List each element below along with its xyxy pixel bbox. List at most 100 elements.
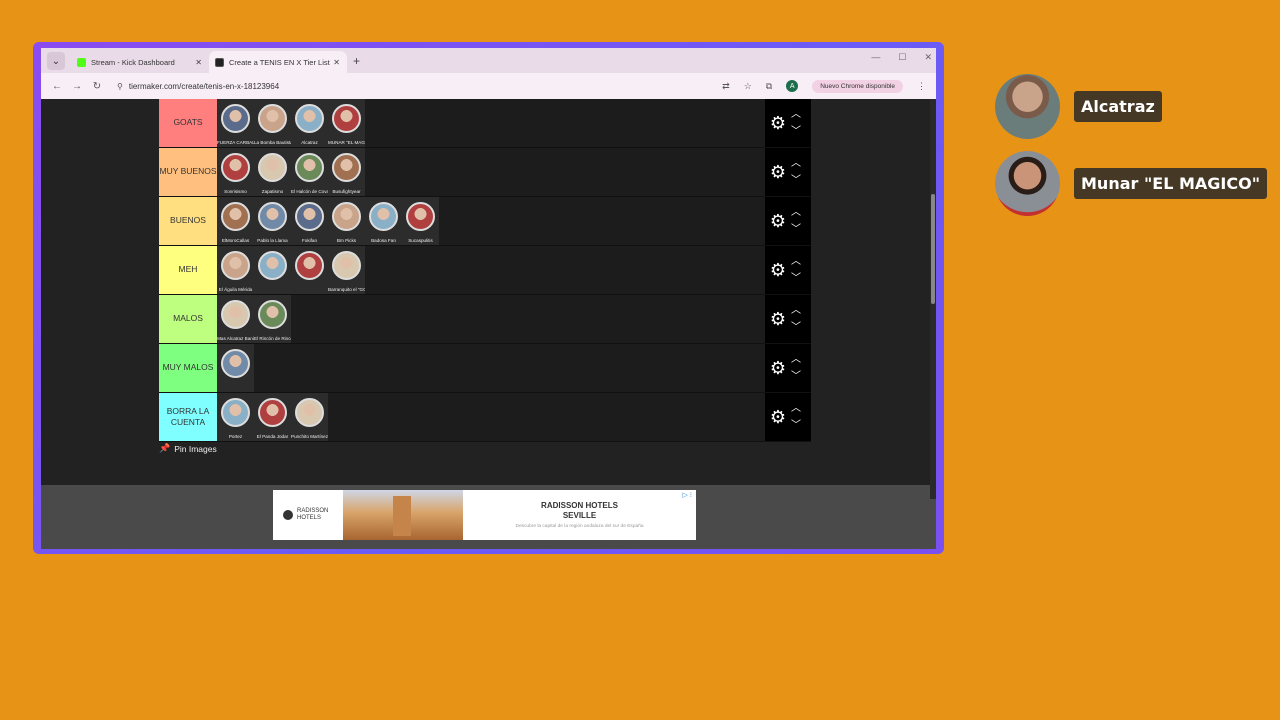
- gear-icon[interactable]: ⚙: [767, 162, 789, 183]
- tier-items-area[interactable]: FUERZA CARBALLESLa Bomba Bautista Alcatra…: [217, 99, 811, 147]
- kebab-menu-icon[interactable]: ⋮: [917, 81, 926, 92]
- move-down-icon[interactable]: ﹀: [791, 417, 801, 434]
- move-down-icon[interactable]: ﹀: [791, 368, 801, 385]
- tab-search-button[interactable]: ⌄: [47, 52, 65, 70]
- tier-items-area[interactable]: Sonrisismo Zapatismo El Halcón de Covadong…: [217, 148, 811, 196]
- tier-item-card[interactable]: El Águila Mérida: [217, 246, 254, 294]
- move-up-icon[interactable]: ︿: [791, 351, 801, 368]
- item-photo: [406, 202, 435, 231]
- reload-icon[interactable]: ↻: [87, 81, 107, 92]
- tier-item-card[interactable]: Fokifan: [291, 197, 328, 245]
- move-up-icon[interactable]: ︿: [791, 400, 801, 417]
- kick-favicon-icon: [77, 57, 86, 67]
- tier-item-card[interactable]: MUNAR "EL MAGICO": [328, 99, 365, 147]
- gear-icon[interactable]: ⚙: [767, 358, 789, 379]
- tier-item-card[interactable]: Bm Picks: [328, 197, 365, 245]
- gear-icon[interactable]: ⚙: [767, 113, 789, 134]
- item-name: FUERZA CARBALLES: [217, 140, 254, 145]
- new-tab-button[interactable]: +: [353, 54, 360, 68]
- tier-item-card[interactable]: Portez: [217, 393, 254, 441]
- tier-item-card[interactable]: El Panda Jodar: [254, 393, 291, 441]
- item-photo: [258, 300, 287, 329]
- ad-choices-icon[interactable]: ▷ ⁝: [682, 491, 692, 499]
- move-up-icon[interactable]: ︿: [791, 204, 801, 221]
- address-bar: ← → ↻ ⚲ tiermaker.com/create/tenis-en-x-…: [41, 73, 936, 99]
- tier-item-card[interactable]: Mas Alcatraz Bani: [217, 295, 254, 343]
- gear-icon[interactable]: ⚙: [767, 260, 789, 281]
- item-name: Punchito Martínez: [291, 434, 328, 439]
- gear-icon[interactable]: ⚙: [767, 309, 789, 330]
- tier-item-card[interactable]: Barranquito el "GOAT": [328, 246, 365, 294]
- item-photo: [332, 104, 361, 133]
- item-photo: [332, 153, 361, 182]
- item-photo: [221, 300, 250, 329]
- bookmark-star-icon[interactable]: ☆: [744, 81, 752, 92]
- tier-item-card[interactable]: [217, 344, 254, 392]
- move-down-icon[interactable]: ﹀: [791, 319, 801, 336]
- tier-label[interactable]: MUY BUENOS: [159, 148, 217, 196]
- chrome-update-button[interactable]: Nuevo Chrome disponible: [812, 79, 903, 93]
- tier-items-area[interactable]: Mas Alcatraz BaniEl Rincón de Rincón: [217, 295, 811, 343]
- extensions-icon[interactable]: ⧉: [766, 81, 772, 92]
- participant-name: Munar "EL MAGICO": [1074, 168, 1268, 199]
- pin-images-toggle[interactable]: 📌 Pin Images: [159, 443, 217, 454]
- close-tab-icon[interactable]: ✕: [333, 58, 340, 67]
- back-icon[interactable]: ←: [47, 81, 67, 92]
- tier-item-card[interactable]: Sonrisismo: [217, 148, 254, 196]
- tier-item-card[interactable]: Badosa Fan: [365, 197, 402, 245]
- tier-item-card[interactable]: El Halcón de Covadonga: [291, 148, 328, 196]
- profile-avatar[interactable]: A: [786, 80, 799, 92]
- gear-icon[interactable]: ⚙: [767, 211, 789, 232]
- tab-tiermaker[interactable]: Create a TENIS EN X Tier List ✕: [209, 51, 347, 73]
- scrollbar-thumb[interactable]: [931, 194, 935, 304]
- tier-items-area[interactable]: ElMoroCallas Pablo la Llama Fokifan Bm Pick…: [217, 197, 811, 245]
- move-up-icon[interactable]: ︿: [791, 106, 801, 123]
- forward-icon[interactable]: →: [67, 81, 87, 92]
- move-up-icon[interactable]: ︿: [791, 302, 801, 319]
- tier-items-area[interactable]: Portez El Panda Jodar Punchito Martínez: [217, 393, 811, 441]
- minimize-icon[interactable]: —: [871, 52, 880, 63]
- site-info-icon[interactable]: ⚲: [117, 82, 123, 91]
- gear-icon[interactable]: ⚙: [767, 407, 789, 428]
- close-window-icon[interactable]: ✕: [924, 52, 932, 63]
- tier-item-card[interactable]: [254, 246, 291, 294]
- move-up-icon[interactable]: ︿: [791, 253, 801, 270]
- url-field[interactable]: ⚲ tiermaker.com/create/tenis-en-x-181239…: [111, 77, 722, 96]
- tab-kick-dashboard[interactable]: Stream - Kick Dashboard ✕: [71, 51, 209, 73]
- tier-items-area[interactable]: El Águila Mérida Barranquito el "GOAT": [217, 246, 811, 294]
- tier-label[interactable]: MUY MALOS: [159, 344, 217, 392]
- close-tab-icon[interactable]: ✕: [195, 58, 202, 67]
- tier-item-card[interactable]: [291, 246, 328, 294]
- tier-row: MALOSMas Alcatraz BaniEl Rincón de Rincó…: [159, 295, 811, 344]
- move-down-icon[interactable]: ﹀: [791, 221, 801, 238]
- tier-item-card[interactable]: FUERZA CARBALLES: [217, 99, 254, 147]
- tier-row: GOATSFUERZA CARBALLESLa Bomba Bautista Al…: [159, 99, 811, 148]
- tier-item-card[interactable]: Alcatraz: [291, 99, 328, 147]
- move-down-icon[interactable]: ﹀: [791, 172, 801, 189]
- tier-item-card[interactable]: ElMoroCallas: [217, 197, 254, 245]
- page-scrollbar[interactable]: [930, 99, 936, 499]
- tier-label[interactable]: BUENOS: [159, 197, 217, 245]
- move-arrows: ︿ ﹀: [791, 351, 801, 385]
- tier-item-card[interactable]: Punchito Martínez: [291, 393, 328, 441]
- browser-window: ⌄ Stream - Kick Dashboard ✕ Create a TEN…: [41, 48, 936, 549]
- item-photo: [221, 349, 250, 378]
- tier-label[interactable]: BORRA LA CUENTA: [159, 393, 217, 441]
- tier-item-card[interactable]: Sucaspulitis: [402, 197, 439, 245]
- ad-banner[interactable]: RADISSON HOTELS RADISSON HOTELS SEVILLE …: [273, 490, 696, 540]
- tier-item-card[interactable]: Zapatismo: [254, 148, 291, 196]
- tier-label[interactable]: GOATS: [159, 99, 217, 147]
- tier-item-card[interactable]: La Bomba Bautista: [254, 99, 291, 147]
- tier-item-card[interactable]: Pablo la Llama: [254, 197, 291, 245]
- tier-item-card[interactable]: Busufightyear: [328, 148, 365, 196]
- move-down-icon[interactable]: ﹀: [791, 270, 801, 287]
- maximize-icon[interactable]: ☐: [898, 52, 906, 63]
- tier-label[interactable]: MEH: [159, 246, 217, 294]
- translate-icon[interactable]: ⇄: [722, 81, 730, 92]
- tier-item-card[interactable]: El Rincón de Rincón: [254, 295, 291, 343]
- move-down-icon[interactable]: ﹀: [791, 123, 801, 140]
- tier-label[interactable]: MALOS: [159, 295, 217, 343]
- move-up-icon[interactable]: ︿: [791, 155, 801, 172]
- tier-items-area[interactable]: [217, 344, 811, 392]
- item-photo: [221, 153, 250, 182]
